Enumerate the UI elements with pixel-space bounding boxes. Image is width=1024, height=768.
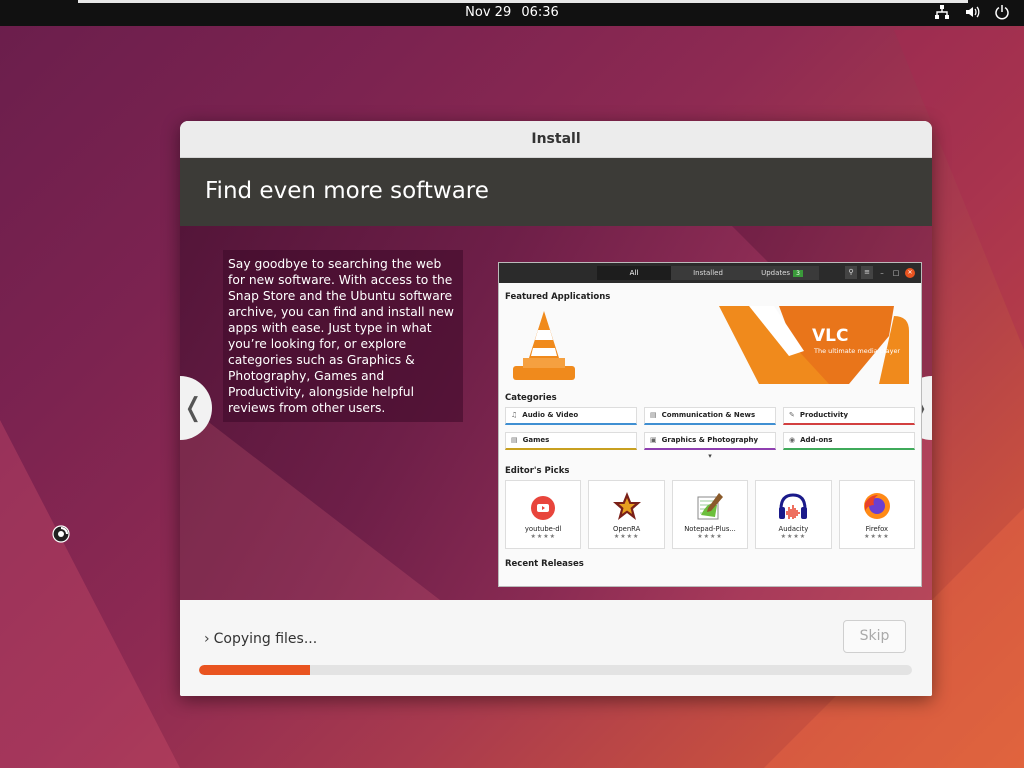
show-more-chevron-icon: ▾: [708, 452, 712, 460]
maximize-icon: □: [892, 268, 900, 277]
pick-rating: ★★★★: [613, 533, 640, 540]
gamepad-icon: ▤: [511, 436, 518, 444]
screenshot-tab-updates-label: Updates: [761, 269, 791, 277]
window-title: Install: [180, 121, 932, 158]
firefox-icon: [863, 493, 890, 519]
clock[interactable]: Nov 29 06:36: [0, 5, 1024, 20]
screenshot-headerbar: All Installed Updates 3 ⚲ ≡ – □ ✕: [499, 263, 921, 283]
category-label: Communication & News: [661, 411, 756, 419]
category-label: Games: [522, 436, 550, 444]
music-note-icon: ♫: [511, 411, 518, 419]
editors-picks-title: Editor's Picks: [505, 466, 570, 476]
youtube-dl-icon: [531, 496, 556, 520]
featured-app-name: VLC: [812, 326, 849, 346]
pick-card: Notepad-Plus... ★★★★: [671, 480, 749, 549]
featured-banner: VLC The ultimate media player: [505, 306, 915, 384]
minimize-icon: –: [880, 268, 884, 277]
featured-title: Featured Applications: [505, 292, 611, 302]
clock-time: 06:36: [521, 5, 559, 20]
skip-button[interactable]: Skip: [843, 620, 906, 653]
edit-icon: ✎: [789, 411, 795, 419]
screenshot-tab-updates: Updates 3: [745, 266, 819, 280]
busy-cursor-icon: [52, 525, 70, 543]
category-audio-video: ♫ Audio & Video: [505, 407, 637, 425]
editors-picks: youtube-dl ★★★★ OpenRA ★★★★ Notepad-Plus…: [499, 480, 921, 549]
audacity-icon: [779, 493, 808, 519]
category-label: Add-ons: [800, 436, 833, 444]
chevron-left-icon: ❬: [182, 393, 204, 423]
slide-description: Say goodbye to searching the web for new…: [223, 250, 463, 422]
activity-strip: [78, 0, 968, 3]
slide-heading: Find even more software: [180, 158, 932, 226]
category-productivity: ✎ Productivity: [783, 407, 915, 425]
install-status[interactable]: › Copying files...: [204, 631, 317, 647]
pick-rating: ★★★★: [530, 533, 556, 540]
pick-name: youtube-dl: [524, 525, 562, 533]
vlc-cone-icon: [513, 311, 575, 380]
search-icon: ⚲: [845, 266, 857, 279]
system-tray[interactable]: [934, 4, 1010, 20]
openra-icon: [612, 492, 641, 520]
software-screenshot: All Installed Updates 3 ⚲ ≡ – □ ✕ Feature…: [498, 262, 922, 587]
pick-name: OpenRA: [612, 525, 641, 533]
category-add-ons: ◉ Add-ons: [783, 432, 915, 450]
category-graphics-photography: ▣ Graphics & Photography: [644, 432, 776, 450]
chat-icon: ▤: [650, 411, 657, 419]
install-footer: › Copying files... Skip: [180, 600, 932, 696]
menu-icon: ≡: [861, 266, 873, 279]
puzzle-icon: ◉: [789, 436, 796, 444]
pick-rating: ★★★★: [864, 533, 890, 540]
expand-chevron-icon[interactable]: ›: [204, 631, 210, 647]
pick-card: OpenRA ★★★★: [588, 480, 665, 549]
category-games: ▤ Games: [505, 432, 637, 450]
pick-card: youtube-dl ★★★★: [505, 480, 582, 549]
pick-rating: ★★★★: [697, 533, 723, 540]
install-progress-fill: [199, 665, 310, 675]
category-grid: ♫ Audio & Video ▤ Communication & News ✎ Pr…: [499, 407, 921, 450]
pick-name: Audacity: [778, 525, 809, 533]
category-label: Audio & Video: [522, 411, 579, 419]
installer-window: Install Find even more software Say good…: [180, 121, 932, 696]
category-label: Productivity: [799, 411, 849, 419]
pick-name: Firefox: [865, 525, 889, 533]
category-communication-news: ▤ Communication & News: [644, 407, 776, 425]
power-icon[interactable]: [994, 4, 1010, 20]
top-bar: Nov 29 06:36: [0, 0, 1024, 26]
pick-card: Firefox ★★★★: [838, 480, 916, 549]
updates-badge: 3: [793, 270, 803, 277]
close-icon: ✕: [905, 267, 915, 278]
pick-card: Audacity ★★★★: [755, 480, 832, 549]
screenshot-tab-installed: Installed: [671, 266, 745, 280]
notepad-plus-icon: [697, 493, 724, 520]
slideshow: Say goodbye to searching the web for new…: [180, 226, 932, 600]
clock-date: Nov 29: [465, 5, 512, 20]
volume-icon[interactable]: [964, 4, 980, 20]
recent-releases-title: Recent Releases: [505, 559, 584, 569]
network-icon[interactable]: [934, 4, 950, 20]
pick-rating: ★★★★: [780, 533, 807, 540]
pick-name: Notepad-Plus...: [684, 525, 736, 533]
categories-title: Categories: [505, 393, 557, 403]
featured-app-tagline: The ultimate media player: [814, 347, 901, 355]
screenshot-tab-all: All: [597, 266, 671, 280]
image-icon: ▣: [650, 436, 657, 444]
install-status-text: Copying files...: [213, 631, 318, 647]
category-label: Graphics & Photography: [661, 436, 759, 444]
install-progress-bar: [199, 665, 912, 675]
